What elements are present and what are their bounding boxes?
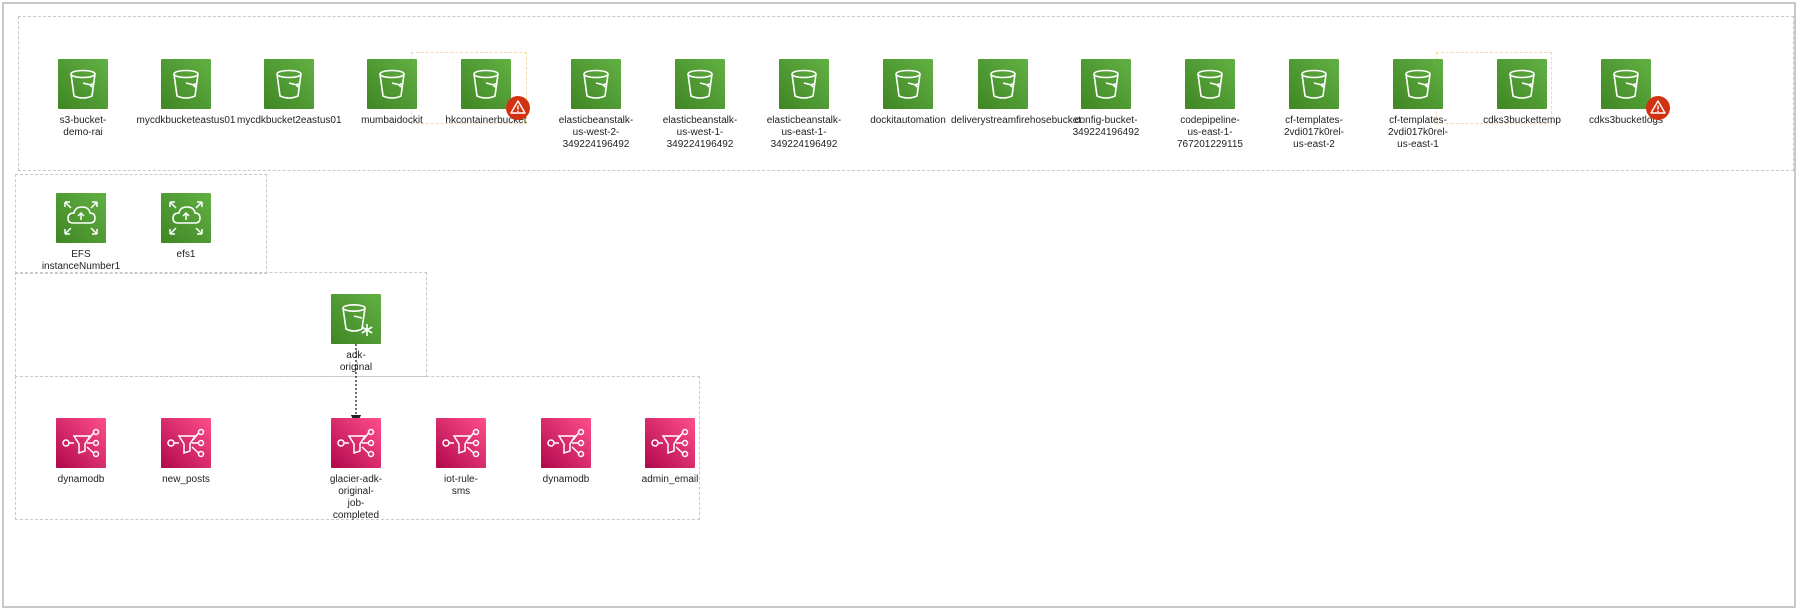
s3-bucket-icon (161, 59, 211, 109)
s3-bucket-icon (978, 59, 1028, 109)
s3-bucket-icon (1601, 59, 1651, 109)
node-label: admin_email (641, 474, 699, 485)
node-label: efs1 (176, 249, 196, 260)
s3-bucket-icon (883, 59, 933, 109)
s3-bucket-icon (1185, 59, 1235, 109)
glacier-bucket-icon (331, 294, 381, 344)
s3-bucket-icon (779, 59, 829, 109)
sns-topic-icon (331, 418, 381, 468)
efs-icon (161, 193, 211, 243)
node-label: dynamodb (542, 474, 590, 485)
node-label: mycdkbucketeastus01 (136, 115, 236, 126)
node-label: elasticbeanstalk- us-west-2- 34922419649… (558, 115, 634, 150)
node-label: deliverystreamfirehosebucket (951, 115, 1082, 126)
sns-topic-icon (645, 418, 695, 468)
node-label: iot-rule- sms (444, 474, 478, 497)
node-label: mycdkbucket2eastus01 (237, 115, 342, 126)
node-label: dynamodb (57, 474, 105, 485)
s3-bucket-icon (58, 59, 108, 109)
sns-topic-icon (161, 418, 211, 468)
s3-bucket-icon (367, 59, 417, 109)
sns-topic-icon (541, 418, 591, 468)
sns-topic-icon (436, 418, 486, 468)
node-label: adk- original (339, 350, 373, 373)
warning-icon[interactable] (1646, 96, 1670, 120)
node-label: elasticbeanstalk- us-east-1- 34922419649… (766, 115, 842, 150)
node-label: mumbaidockit (361, 115, 423, 126)
node-label: s3-bucket- demo-rai (59, 115, 107, 138)
node-label: cf-templates- 2vdi017k0rel- us-east-1 (1387, 115, 1449, 150)
s3-bucket-icon (461, 59, 511, 109)
s3-bucket-icon (675, 59, 725, 109)
node-label: dockitautomation (870, 115, 946, 126)
s3-bucket-icon (1289, 59, 1339, 109)
node-label: cdks3buckettemp (1483, 115, 1561, 126)
node-label: cf-templates- 2vdi017k0rel- us-east-2 (1283, 115, 1345, 150)
node-label: config-bucket- 349224196492 (1072, 115, 1140, 138)
sns-topic-icon (56, 418, 106, 468)
s3-bucket-icon (571, 59, 621, 109)
node-label: EFS instanceNumber1 (41, 249, 121, 272)
efs-icon (56, 193, 106, 243)
node-label: new_posts (162, 474, 210, 485)
diagram-canvas: s3-bucket- demo-rai mycdkbucketeastus01 my… (2, 2, 1796, 608)
node-label: codepipeline- us-east-1- 767201229115 (1177, 115, 1243, 150)
node-label: elasticbeanstalk- us-west-1- 34922419649… (662, 115, 738, 150)
s3-bucket-icon (264, 59, 314, 109)
s3-bucket-icon (1081, 59, 1131, 109)
s3-bucket-icon (1393, 59, 1443, 109)
node-label: glacier-adk- original- job- completed (329, 474, 383, 521)
s3-bucket-icon (1497, 59, 1547, 109)
warning-icon[interactable] (506, 96, 530, 120)
